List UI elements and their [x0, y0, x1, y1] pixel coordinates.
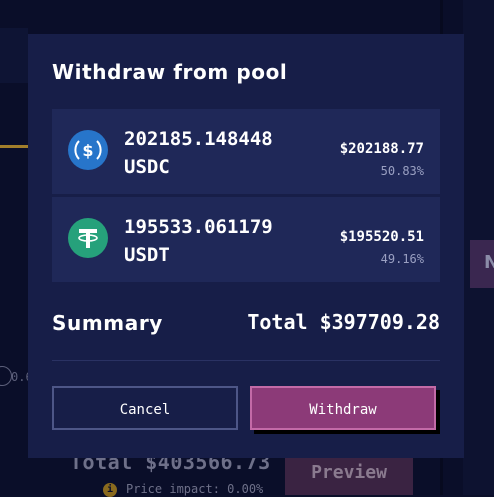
background-letter: N	[484, 252, 494, 273]
modal-title: Withdraw from pool	[52, 60, 288, 84]
background-progress-line	[0, 145, 30, 148]
token-symbol: USDT	[124, 244, 170, 266]
token-percent: 49.16%	[380, 252, 424, 266]
token-amount: 202185.148448	[124, 128, 273, 150]
summary-label: Summary	[52, 311, 163, 335]
price-impact-text: Price impact: 0.00%	[126, 482, 264, 496]
token-usd-value: $195520.51	[339, 229, 424, 245]
summary-total: Total $397709.28	[247, 310, 440, 334]
token-row-usdt: 195533.061179 USDT $195520.51 49.16%	[52, 197, 440, 282]
withdraw-button[interactable]: Withdraw	[250, 386, 436, 430]
usdc-icon: $	[68, 130, 108, 170]
token-symbol: USDC	[124, 156, 170, 178]
token-percent: 50.83%	[380, 164, 424, 178]
divider	[52, 360, 440, 361]
usdt-icon	[68, 218, 108, 258]
withdraw-modal: Withdraw from pool $ 202185.148448 USDC …	[28, 34, 464, 458]
token-amount: 195533.061179	[124, 216, 273, 238]
token-usd-value: $202188.77	[339, 141, 424, 157]
cancel-button[interactable]: Cancel	[52, 386, 238, 430]
background-panel	[0, 28, 28, 83]
svg-text:$: $	[82, 141, 93, 160]
token-row-usdc: $ 202185.148448 USDC $202188.77 50.83%	[52, 109, 440, 194]
